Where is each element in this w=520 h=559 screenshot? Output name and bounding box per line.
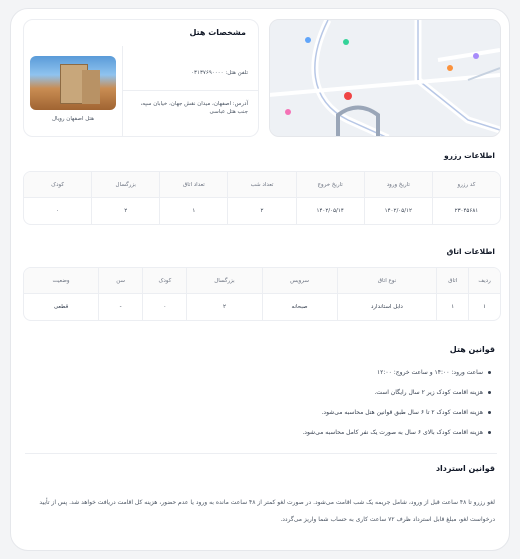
- divider: [25, 453, 497, 454]
- hotel-name: هتل اصفهان رویال: [52, 116, 94, 122]
- hotel-map[interactable]: [269, 19, 501, 137]
- table-cell: ۱: [468, 294, 500, 320]
- reservation-section-title: اطلاعات رزرو: [443, 151, 495, 160]
- table-header-cell: کودک: [51, 181, 65, 188]
- hotel-address: آدرس: اصفهان، میدان نقش جهان، خیابان سپه…: [140, 101, 248, 115]
- rule-text: هزینه اقامت کودک بالای ۶ سال به صورت یک …: [302, 429, 483, 436]
- table-cell: صبحانه: [261, 294, 337, 320]
- divider: [122, 90, 259, 91]
- table-cell: قطعی: [53, 304, 69, 310]
- table-header-cell: تاریخ ورود: [363, 172, 432, 197]
- bullet-icon: [488, 391, 491, 394]
- table-header-cell: نوع اتاق: [336, 268, 437, 293]
- table-cell: ۲: [227, 198, 295, 224]
- rule-text: ساعت ورود: ۱۴:۰۰ و ساعت خروج: ۱۲:۰۰: [376, 369, 483, 376]
- booking-card: مشخصات هتل تلفن هتل: ۰۳۱۳۷۶۹۰۰۰۰ آدرس: ا…: [10, 8, 510, 551]
- rule-item: هزینه اقامت کودک بالای ۶ سال به صورت یک …: [302, 429, 491, 436]
- map-graphic: [270, 20, 500, 136]
- table-cell: ۲: [186, 294, 261, 320]
- hotel-photo: [30, 56, 116, 110]
- table-header-cell: سرویس: [261, 268, 337, 293]
- table-header-cell: وضعیت: [52, 277, 70, 284]
- reservation-table: کد رزرو تاریخ ورود تاریخ خروج تعداد شب ت…: [23, 171, 501, 225]
- room-section-title: اطلاعات اتاق: [446, 247, 495, 256]
- room-table: ردیف اتاق نوع اتاق سرویس بزرگسال کودک سن…: [23, 267, 501, 321]
- cancel-rules-title: قوانین استرداد: [435, 464, 495, 473]
- bullet-icon: [488, 431, 491, 434]
- rule-text: هزینه اقامت کودک ۲ تا ۶ سال طبق قوانین ه…: [321, 409, 484, 416]
- table-cell: ۰: [142, 294, 186, 320]
- table-header-cell: سن: [98, 268, 142, 293]
- hotel-info-box: مشخصات هتل تلفن هتل: ۰۳۱۳۷۶۹۰۰۰۰ آدرس: ا…: [23, 19, 259, 137]
- table-header-cell: ردیف: [468, 268, 500, 293]
- table-header-cell: تاریخ خروج: [295, 172, 364, 197]
- table-cell: ۰: [56, 208, 60, 214]
- hotel-rules-title: قوانین هتل: [449, 345, 495, 354]
- rule-item: ساعت ورود: ۱۴:۰۰ و ساعت خروج: ۱۲:۰۰: [377, 369, 491, 376]
- table-cell: دابل استاندارد: [336, 294, 437, 320]
- rule-text: هزینه اقامت کودک زیر ۲ سال رایگان است.: [374, 389, 483, 396]
- table-row: ۱ ۱ دابل استاندارد صبحانه ۲ ۰ - قطعی: [24, 294, 500, 320]
- cancel-rules-text: لغو رزرو تا ۴۸ ساعت قبل از ورود، شامل جر…: [39, 499, 495, 523]
- table-header-cell: کد رزرو: [431, 172, 500, 197]
- rule-item: هزینه اقامت کودک زیر ۲ سال رایگان است.: [374, 389, 491, 396]
- table-header-cell: تعداد اتاق: [159, 172, 227, 197]
- table-header-cell: اتاق: [436, 268, 468, 293]
- hotel-section-title: مشخصات هتل: [189, 28, 246, 37]
- table-cell: -: [98, 294, 142, 320]
- table-header-row: کد رزرو تاریخ ورود تاریخ خروج تعداد شب ت…: [24, 172, 500, 198]
- table-cell: ۱۴۰۲/۰۵/۱۴: [295, 198, 364, 224]
- table-header-cell: تعداد شب: [227, 172, 295, 197]
- hotel-phone: تلفن هتل: ۰۳۱۳۷۶۹۰۰۰۰: [191, 70, 248, 76]
- table-cell: ۱: [436, 294, 468, 320]
- rule-item: هزینه اقامت کودک ۲ تا ۶ سال طبق قوانین ه…: [321, 409, 491, 416]
- table-header-cell: بزرگسال: [186, 268, 261, 293]
- table-row: ۲۳۰۴۵۶۸۱ ۱۴۰۲/۰۵/۱۲ ۱۴۰۲/۰۵/۱۴ ۲ ۱ ۲ ۰: [24, 198, 500, 224]
- divider: [122, 46, 123, 136]
- table-cell: ۲۳۰۴۵۶۸۱: [431, 198, 500, 224]
- table-header-cell: کودک: [142, 268, 186, 293]
- bullet-icon: [488, 411, 491, 414]
- table-header-row: ردیف اتاق نوع اتاق سرویس بزرگسال کودک سن…: [24, 268, 500, 294]
- table-cell: ۱: [159, 198, 227, 224]
- table-cell: ۲: [91, 198, 159, 224]
- bullet-icon: [488, 371, 491, 374]
- building-shape: [82, 70, 100, 104]
- table-header-cell: بزرگسال: [91, 172, 159, 197]
- table-cell: ۱۴۰۲/۰۵/۱۲: [363, 198, 432, 224]
